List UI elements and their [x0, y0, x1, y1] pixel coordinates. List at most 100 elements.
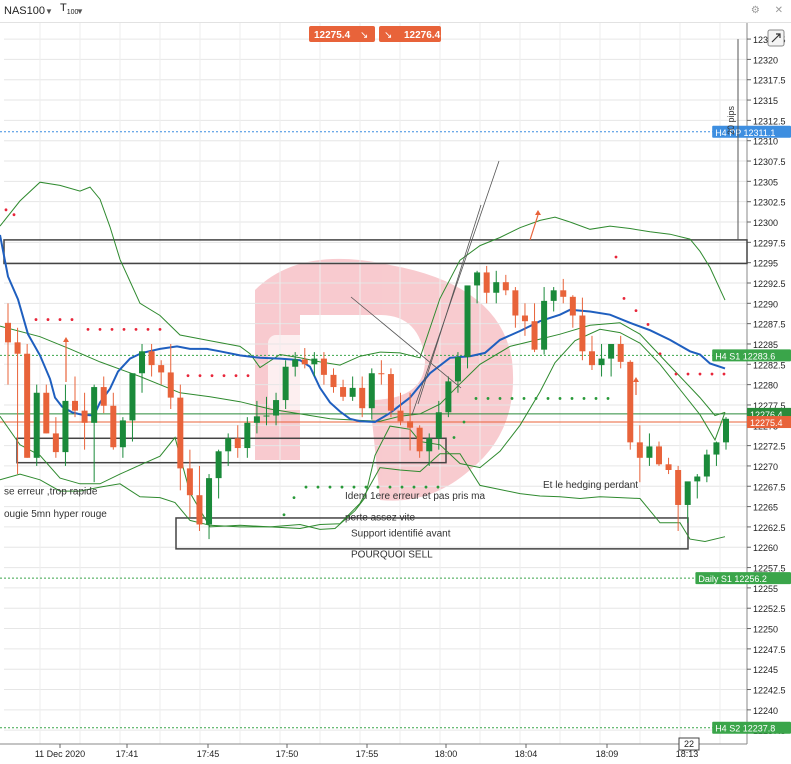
sar-dot: [352, 485, 356, 489]
candle-body: [52, 433, 59, 453]
sar-dot: [436, 485, 440, 489]
y-tick-label: 12270: [753, 462, 778, 472]
candle[interactable]: [464, 285, 471, 369]
candle-body: [397, 410, 404, 422]
sar-dot: [582, 397, 586, 400]
x-tick-label: 17:50: [276, 749, 299, 759]
candle-body: [91, 387, 98, 423]
sar-dot: [34, 318, 38, 321]
annotation-text: Support identifié avant: [351, 529, 451, 540]
candle-body: [512, 290, 519, 316]
candle-body: [311, 358, 318, 365]
candle-body: [158, 365, 165, 373]
candle-body: [215, 451, 222, 479]
settings-icon[interactable]: ⚙: [751, 5, 760, 16]
pivot-badge: Daily S1 12256.2: [695, 572, 791, 585]
symbol-selector[interactable]: NAS100: [4, 5, 45, 17]
candle[interactable]: [24, 343, 31, 458]
candle-body: [416, 427, 423, 452]
y-tick-label: 12287.5: [753, 320, 786, 330]
candle-body: [435, 412, 442, 439]
sar-dot: [646, 323, 650, 326]
candle-body: [550, 290, 557, 301]
symbol-dropdown-icon[interactable]: ▼: [45, 7, 53, 16]
x-tick-label: 18:00: [435, 749, 458, 759]
candle-body: [483, 272, 490, 293]
window-controls: ⚙ ✕: [739, 5, 783, 16]
y-tick-label: 12302.5: [753, 198, 786, 208]
y-tick-label: 12247.5: [753, 645, 786, 655]
candle-body: [110, 405, 117, 448]
pivot-badge-label: H4 S2 12237.8: [715, 724, 775, 734]
sar-dot: [710, 372, 714, 376]
annotation-text: ougie 5mn hyper rouge: [4, 509, 107, 520]
candle-body: [569, 296, 576, 316]
pivot-badge: H4 PP 12311.1: [712, 125, 791, 138]
candle-body: [387, 374, 394, 411]
sar-dot: [158, 327, 162, 331]
candle-body: [81, 410, 88, 423]
candle-body: [493, 282, 500, 293]
candle-body: [292, 359, 299, 367]
sar-dot: [474, 397, 478, 400]
buy-icon: ↘: [384, 30, 392, 41]
sar-dot: [534, 397, 538, 400]
close-icon[interactable]: ✕: [775, 5, 783, 16]
sar-dot: [122, 327, 126, 331]
candle[interactable]: [445, 376, 452, 418]
candle-body: [119, 420, 126, 448]
y-tick-label: 12280: [753, 381, 778, 391]
candle-body: [167, 372, 174, 398]
candle-body: [675, 469, 682, 505]
x-tick-label: 18:04: [515, 749, 538, 759]
candle-body: [407, 421, 414, 428]
candle-body: [196, 495, 203, 525]
candle[interactable]: [627, 360, 634, 450]
candle[interactable]: [33, 384, 40, 466]
sar-dot: [70, 318, 74, 321]
candle[interactable]: [387, 368, 394, 418]
expand-icon[interactable]: [767, 29, 785, 47]
candle-body: [340, 387, 347, 397]
candle-body: [359, 387, 366, 409]
candle-body: [713, 442, 720, 455]
candle-body: [301, 359, 308, 365]
sell-price: 12275.4: [314, 30, 351, 41]
sar-dot: [222, 374, 226, 378]
sar-dot: [634, 309, 638, 313]
pivot-badge-label: H4 S1 12283.6: [715, 351, 775, 361]
sell-icon: ↘: [360, 30, 368, 41]
candle-body: [320, 358, 327, 375]
candle-body: [253, 416, 260, 423]
candle-body: [684, 481, 691, 505]
x-badge-label: 22: [684, 739, 694, 749]
candle-body: [72, 400, 79, 411]
candle-body: [129, 373, 136, 421]
candle-body: [263, 415, 270, 417]
sar-dot: [570, 397, 574, 400]
candle-body: [617, 343, 624, 362]
candle-body: [225, 438, 232, 452]
y-tick-label: 12282.5: [753, 360, 786, 370]
sar-dot: [246, 374, 250, 378]
sar-dot: [558, 397, 562, 400]
candle-body: [5, 322, 11, 343]
y-tick-label: 12262.5: [753, 523, 786, 533]
candle-body: [598, 358, 605, 366]
y-tick-label: 12317.5: [753, 76, 786, 86]
candle-body: [206, 478, 213, 525]
sar-dot: [388, 485, 392, 489]
sar-dot: [134, 327, 138, 331]
buy-sell-panel[interactable]: 12275.4 ↘ ↘ 12276.4: [309, 26, 441, 42]
sar-dot: [210, 374, 214, 378]
candle-body: [273, 400, 280, 416]
sar-dot: [316, 485, 320, 489]
timeframe-dropdown-icon[interactable]: ▼: [76, 7, 84, 16]
trading-chart[interactable]: 12322.51232012317.51231512312.5123101230…: [0, 0, 791, 764]
candle-body: [646, 446, 653, 458]
candle-body: [368, 373, 375, 409]
sar-dot: [658, 352, 662, 356]
sar-dot: [722, 372, 726, 376]
candle-body: [560, 290, 567, 297]
candle-body: [24, 353, 31, 458]
